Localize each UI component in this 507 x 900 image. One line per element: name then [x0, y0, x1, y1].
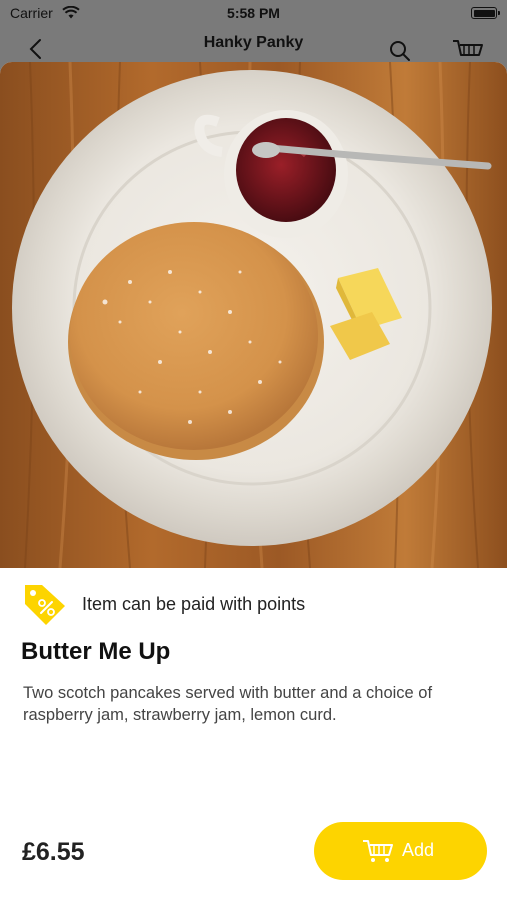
discount-tag-icon: [25, 585, 65, 625]
status-bar: Carrier 5:58 PM: [0, 0, 507, 28]
product-sheet: Item can be paid with points Butter Me U…: [0, 62, 507, 900]
nav-bar: Hanky Panky: [0, 28, 507, 64]
battery-icon: [471, 7, 500, 19]
add-to-cart-button[interactable]: Add: [314, 822, 487, 880]
points-notice: Item can be paid with points: [22, 582, 492, 626]
cart-icon: [363, 840, 393, 862]
product-title: Butter Me Up: [21, 638, 171, 665]
points-notice-text: Item can be paid with points: [82, 594, 306, 614]
nav-title: Hanky Panky: [203, 34, 304, 51]
add-button-label: Add: [402, 840, 435, 860]
clock: 5:58 PM: [227, 5, 280, 21]
product-price: £6.55: [22, 838, 85, 866]
product-image: [0, 62, 507, 568]
product-description: Two scotch pancakes served with butter a…: [23, 684, 433, 724]
cart-icon[interactable]: [452, 38, 484, 64]
search-icon[interactable]: [388, 39, 412, 63]
